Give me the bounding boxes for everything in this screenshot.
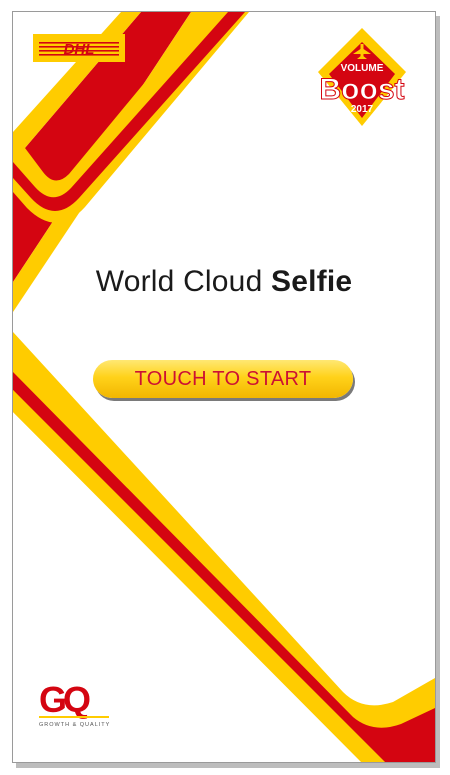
kiosk-frame: DHL VOLUME Boost 2017 World Cloud Selfie (12, 11, 436, 763)
dhl-wordmark: DHL (64, 41, 95, 58)
touch-to-start-button[interactable]: TOUCH TO START (93, 360, 353, 398)
title-bold: Selfie (271, 265, 353, 298)
dhl-logo: DHL (33, 34, 125, 62)
gq-letters: GQ (39, 680, 90, 720)
app-screen: DHL VOLUME Boost 2017 World Cloud Selfie (0, 0, 450, 775)
title-regular: World Cloud (95, 265, 263, 298)
volume-boost-badge: VOLUME Boost 2017 (311, 26, 413, 138)
boost-year-text: 2017 (351, 104, 374, 115)
boost-main-text: Boost (320, 73, 405, 106)
gq-tagline: GROWTH & QUALITY (39, 722, 110, 728)
page-title: World Cloud Selfie (13, 265, 435, 299)
gq-logo: GQ GROWTH & QUALITY (39, 679, 113, 732)
